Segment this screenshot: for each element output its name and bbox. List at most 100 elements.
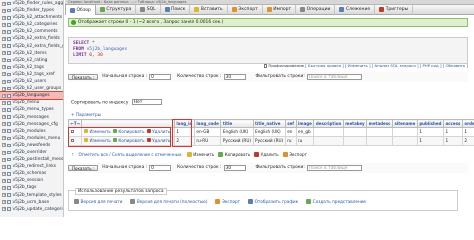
show-button-bottom[interactable]: Показать : [68,164,99,172]
sidebar-item[interactable]: + v5j2b_menu_types [0,106,63,113]
column-header[interactable]: metakey [342,119,368,128]
cell-metakey[interactable] [342,126,368,137]
cell-ordering[interactable]: 1 [461,126,474,137]
start-row-input[interactable]: 0 [149,74,172,80]
sidebar-item[interactable]: + v5j2b_k2_extra_fields_gro [0,43,63,50]
bulk-edit-button[interactable]: Изменить [186,151,214,158]
check-all-link[interactable]: Отметить все / Снять выделение с отмечен… [78,151,182,158]
sidebar-item[interactable]: + v5j2b_session [0,177,63,184]
cell-image[interactable]: en_gb [295,126,315,137]
bulk-export-button[interactable]: Экспорт [282,151,307,158]
expand-icon[interactable]: + [2,143,6,148]
cell-title[interactable]: Русский (RU) [220,135,254,146]
query-op-link[interactable]: Версия для печати (полностью) [130,199,207,204]
sidebar-item[interactable]: + v5j2b_messages [0,114,63,121]
expand-icon[interactable]: + [2,72,6,77]
column-header[interactable]: title_native [252,119,286,128]
cell-sitename[interactable] [392,126,418,137]
show-button[interactable]: Показать : [68,73,99,81]
row-count-input-bottom[interactable]: 30 [223,165,246,171]
column-header[interactable]: sef [284,119,297,128]
sidebar-item[interactable]: + v5j2b_schemas [0,170,63,177]
expand-icon[interactable]: + [2,93,6,98]
expand-icon[interactable]: + [2,37,6,42]
tab-search[interactable]: Поиск [161,4,191,15]
sidebar-item[interactable]: + v5j2b_k2_categories [0,21,63,28]
expand-icon[interactable]: + [2,8,6,13]
row-count-input[interactable]: 30 [223,74,246,80]
sidebar-item[interactable]: + v5j2b_ucm_base [0,199,63,206]
expand-icon[interactable]: + [2,122,6,127]
sidebar-item[interactable]: + v5j2b_update_categories [0,206,63,213]
cell-description[interactable] [313,126,344,137]
tab-browse[interactable]: Обзор [65,4,96,15]
expand-icon[interactable]: + [2,107,6,112]
cell-metakey[interactable] [342,135,368,146]
tab-insert[interactable]: Вставить [190,4,228,15]
column-header[interactable]: title [220,119,254,128]
profiling-checkbox[interactable] [263,64,268,68]
expand-icon[interactable]: + [2,86,6,91]
column-header[interactable]: lang_code [193,119,222,128]
cell-title-native[interactable]: English (UK) [252,126,286,137]
query-op-link[interactable]: Версия для печати [74,199,122,204]
expand-icon[interactable]: + [2,164,6,169]
sidebar-item[interactable]: + v5j2b_k2_tags_xref [0,71,63,78]
tab-import[interactable]: Импорт [263,4,297,15]
cell-sef[interactable]: ru [284,135,297,146]
tab-export[interactable]: Экспорт [228,4,263,15]
expand-icon[interactable]: + [2,29,6,34]
sidebar-item[interactable]: + v5j2b_k2_user_groups [0,85,63,92]
column-header[interactable]: access [442,119,463,128]
column-header[interactable]: ordering [461,119,474,128]
expand-icon[interactable]: + [2,15,6,20]
expand-icon[interactable]: + [2,65,6,70]
expand-icon[interactable]: + [2,129,6,134]
cell-ordering[interactable]: 2 [461,135,474,146]
filter-rows-input-bottom[interactable]: Поиск в таблице [306,165,362,171]
expand-icon[interactable]: + [2,150,6,155]
sidebar-item[interactable]: + v5j2b_k2_attachments [0,14,63,21]
expand-icon[interactable]: + [2,136,6,141]
start-row-input-bottom[interactable]: 0 [149,165,172,171]
sidebar-item[interactable]: + v5j2b_finder_types [0,7,63,14]
sidebar-item[interactable]: + v5j2b_k2_extra_fields [0,35,63,42]
cell-metadesc[interactable] [366,126,393,137]
bulk-copy-button[interactable]: Копировать [218,151,250,158]
sidebar-item[interactable]: + v5j2b_menu [0,99,63,106]
expand-icon[interactable]: + [2,157,6,162]
tab-sql[interactable]: SQL [136,4,161,15]
query-op-link[interactable]: Создать представление [306,199,366,204]
cell-lang-code[interactable]: ru-RU [193,135,222,146]
sql-table-name[interactable]: v5j2b_languages [87,47,128,52]
cell-published[interactable]: 1 [416,126,444,137]
cell-image[interactable]: ru [295,135,315,146]
expand-icon[interactable]: + [2,58,6,63]
sidebar-item[interactable]: + v5j2b_modules_menu [0,135,63,142]
sidebar-item[interactable]: + v5j2b_k2_tags [0,64,63,71]
expand-icon[interactable]: + [2,22,6,27]
column-header[interactable]: image [295,119,315,128]
tab-operations[interactable]: Операции [296,4,336,15]
query-op-link[interactable]: Экспорт [215,199,240,204]
cell-access[interactable]: 1 [442,135,463,146]
expand-icon[interactable]: + [2,115,6,120]
cell-lang-code[interactable]: en-GB [193,126,222,137]
query-op-link[interactable]: Отобразить график [248,199,298,204]
expand-icon[interactable]: + [2,185,6,190]
options-link[interactable]: + Параметры [71,112,101,117]
sidebar-item[interactable]: + v5j2b_k2_rating [0,57,63,64]
filter-rows-input[interactable]: Поиск в таблице [306,74,362,80]
cell-published[interactable]: 1 [416,135,444,146]
column-header[interactable]: metadesc [366,119,393,128]
sidebar-item[interactable]: + v5j2b_template_styles [0,192,63,199]
sidebar-item[interactable]: + v5j2b_k2_items [0,50,63,57]
bulk-delete-button[interactable]: Удалить [254,151,279,158]
expand-icon[interactable]: + [2,1,6,6]
cell-sef[interactable]: en [284,126,297,137]
sidebar-item[interactable]: + v5j2b_tags [0,184,63,191]
sidebar-item[interactable]: + v5j2b_k2_users [0,78,63,85]
expand-icon[interactable]: + [2,171,6,176]
column-header[interactable]: description [313,119,344,128]
cell-metadesc[interactable] [366,135,393,146]
